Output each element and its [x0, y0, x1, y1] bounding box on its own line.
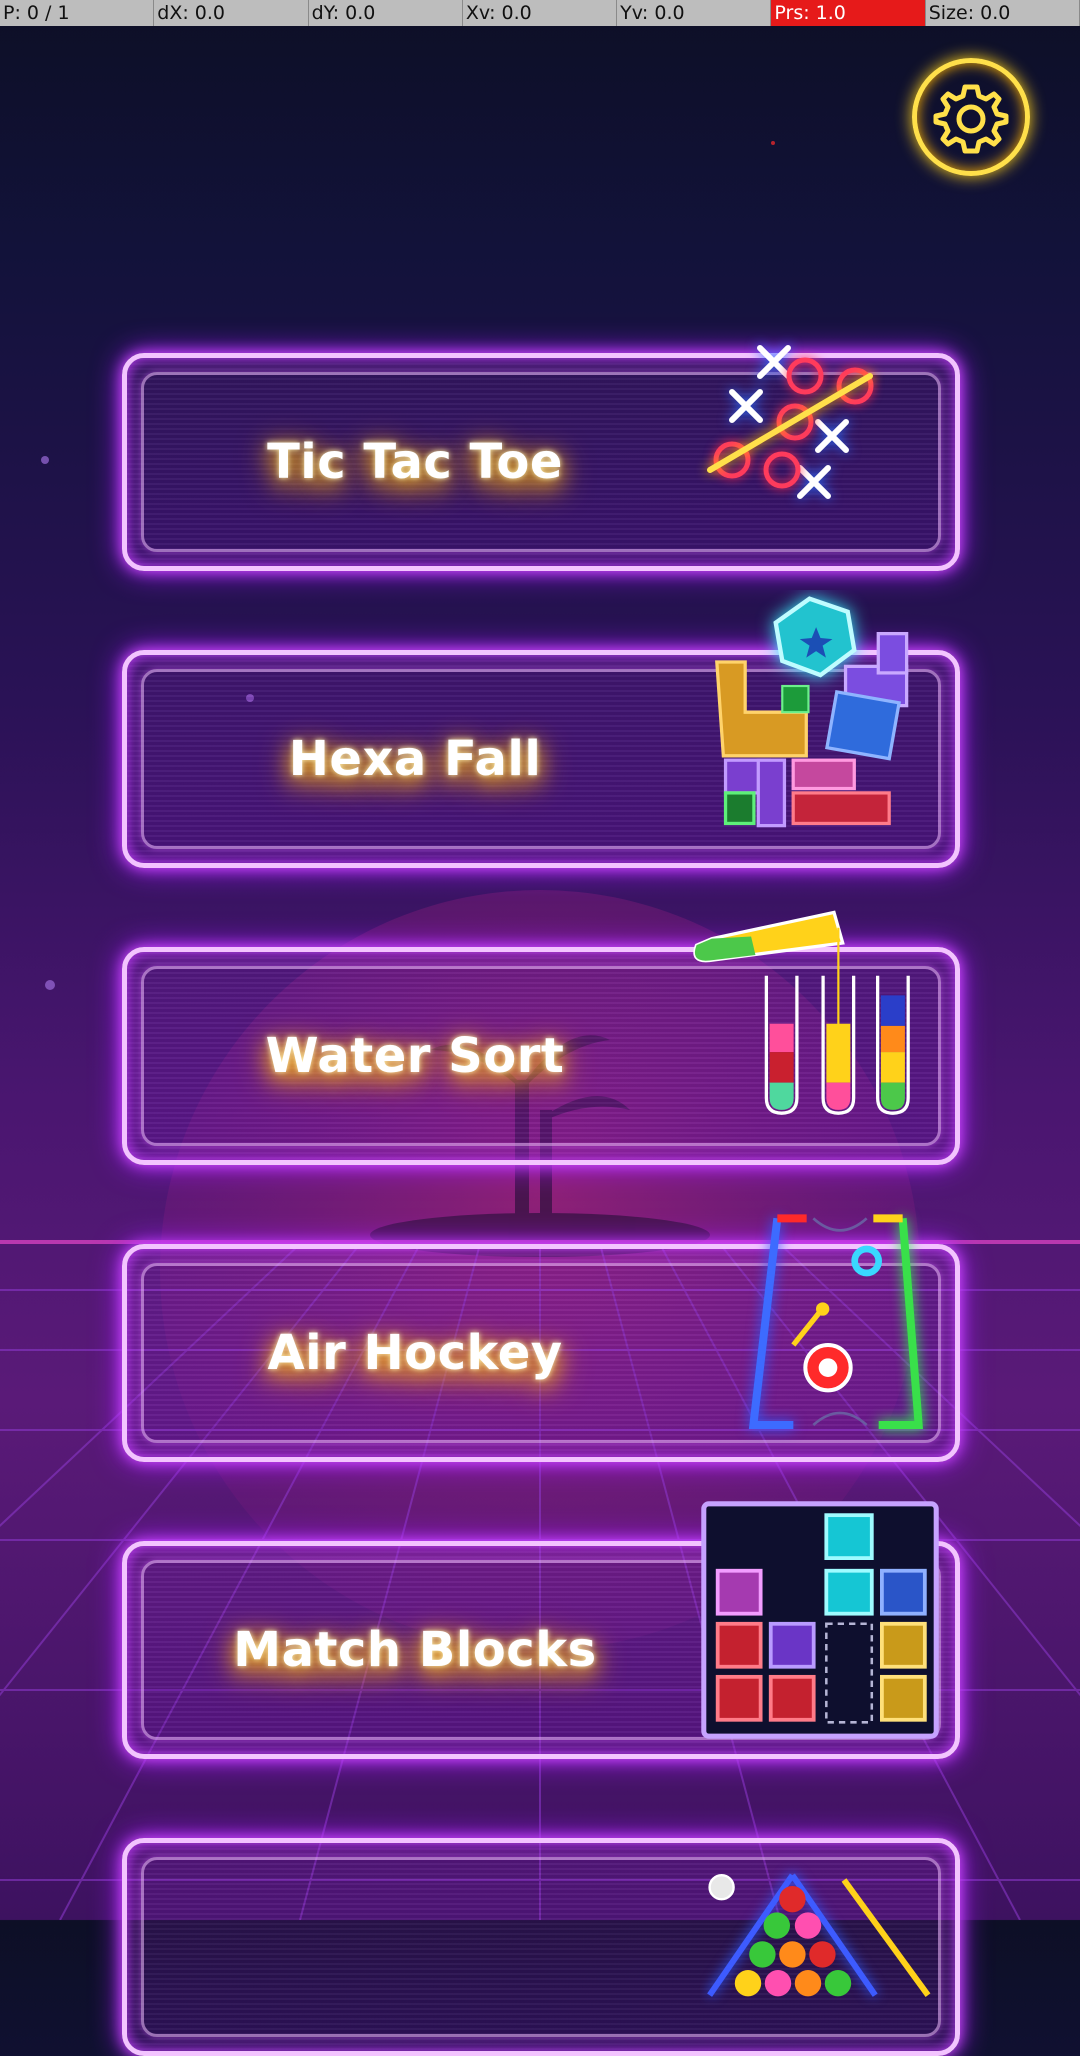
pressure-readout: Prs: 1.0 [771, 0, 926, 26]
hexa-fall-icon [715, 596, 909, 828]
dy-readout: dY: 0.0 [309, 0, 463, 26]
game-title: Air Hockey [267, 1325, 563, 1381]
yv-readout: Yv: 0.0 [617, 0, 772, 26]
game-title: Hexa Fall [288, 731, 542, 787]
dx-readout: dX: 0.0 [154, 0, 309, 26]
game-title: Tic Tac Toe [267, 434, 563, 490]
pointer-readout: P: 0 / 1 [0, 0, 155, 26]
debug-status-bar: P: 0 / 1 dX: 0.0 dY: 0.0 Xv: 0.0 Yv: 0.0… [0, 0, 1080, 26]
size-readout: Size: 0.0 [926, 0, 1080, 26]
game-title: Water Sort [265, 1028, 565, 1084]
game-title: Match Blocks [233, 1622, 597, 1678]
water-sort-icon [693, 910, 910, 1115]
game-title [127, 1843, 703, 2051]
billiards-icon [707, 1873, 931, 1997]
match-blocks-icon [701, 1501, 939, 1739]
xv-readout: Xv: 0.0 [463, 0, 618, 26]
air-hockey-icon [748, 1214, 923, 1429]
gear-icon [933, 84, 1009, 154]
tic-tac-toe-icon [707, 345, 874, 499]
settings-button[interactable] [912, 58, 1030, 176]
